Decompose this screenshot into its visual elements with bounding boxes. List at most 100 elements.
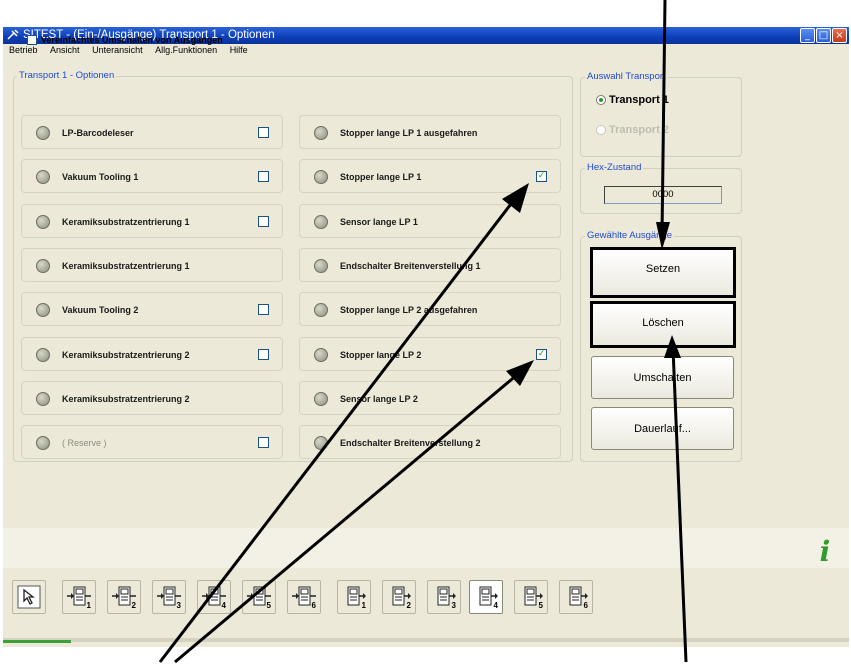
status-led-icon <box>36 258 50 273</box>
output-checkbox-checked[interactable]: ✓ <box>536 171 547 183</box>
umschalten-button[interactable]: Umschalten <box>591 356 734 399</box>
radio-transport-2[interactable] <box>596 125 606 135</box>
input-module-tool-4[interactable]: 4 <box>197 580 231 614</box>
output-label: Keramiksubstratzentrierung 2 <box>62 349 190 360</box>
hex-state-field: 0000 <box>604 186 722 204</box>
output-module-tool-2[interactable]: 2 <box>382 580 416 614</box>
options-group-title: Transport 1 - Optionen <box>17 70 117 81</box>
tool-number: 4 <box>221 601 226 610</box>
output-checkbox[interactable] <box>258 437 269 449</box>
output-row-endschalter-breitenverstellung-1[interactable]: Endschalter Breitenverstellung 1 <box>299 247 561 282</box>
info-strip <box>3 528 849 568</box>
output-row-stopper-lange-lp-2-ausgefahren[interactable]: Stopper lange LP 2 ausgefahren <box>299 292 561 327</box>
input-module-tool-2[interactable]: 2 <box>107 580 141 614</box>
dauerlauf-button[interactable]: Dauerlauf... <box>591 407 734 450</box>
menu-ansicht[interactable]: Ansicht <box>50 45 80 55</box>
output-checkbox[interactable] <box>258 348 269 360</box>
input-module-tool-6[interactable]: 6 <box>287 580 321 614</box>
loeschen-button[interactable]: Löschen <box>590 301 736 348</box>
output-module-tool-3[interactable]: 3 <box>427 580 461 614</box>
status-led-icon <box>36 170 50 185</box>
output-row-keramiksubstratzentrierung-1[interactable]: Keramiksubstratzentrierung 1 <box>21 247 283 282</box>
output-row-stopper-lange-lp-2[interactable]: Stopper lange LP 2 ✓ <box>299 336 561 371</box>
input-module-tool-3[interactable]: 3 <box>152 580 186 614</box>
status-led-icon <box>314 436 328 451</box>
output-row-keramiksubstratzentrierung-2[interactable]: Keramiksubstratzentrierung 2 <box>21 380 283 415</box>
output-label: Stopper lange LP 1 <box>340 172 422 183</box>
output-row-lp-barcodeleser[interactable]: LP-Barcodeleser <box>21 115 283 149</box>
minimize-button[interactable]: _ <box>800 28 815 43</box>
output-label: Keramiksubstratzentrierung 1 <box>62 216 190 227</box>
output-row-sensor-lange-lp-2[interactable]: Sensor lange LP 2 <box>299 380 561 415</box>
output-row-sensor-lange-lp-1[interactable]: Sensor lange LP 1 <box>299 203 561 238</box>
outputs-group-title: Gewählte Ausgänge <box>585 230 675 241</box>
output-row-keramiksubstratzentrierung-1[interactable]: Keramiksubstratzentrierung 1 <box>21 203 283 238</box>
menu-betrieb[interactable]: Betrieb <box>9 45 38 55</box>
output-checkbox[interactable] <box>258 171 269 183</box>
output-row-vakuum-tooling-2[interactable]: Vakuum Tooling 2 <box>21 292 283 327</box>
hex-group-title: Hex-Zustand <box>585 162 644 173</box>
pointer-tool[interactable] <box>12 580 46 614</box>
transport-1-label: Transport 1 <box>609 94 669 106</box>
output-row-stopper-lange-lp-1[interactable]: Stopper lange LP 1 ✓ <box>299 159 561 194</box>
output-label: Sensor lange LP 2 <box>340 393 418 404</box>
tool-number: 6 <box>311 601 316 610</box>
tool-number: 5 <box>538 601 543 610</box>
tool-number: 4 <box>493 601 498 610</box>
transport-group-title: Auswahl Transport <box>585 71 668 82</box>
output-module-tool-6[interactable]: 6 <box>559 580 593 614</box>
status-led-icon <box>36 214 50 229</box>
output-label: Vakuum Tooling 2 <box>62 305 139 316</box>
output-label: Endschalter Breitenverstellung 2 <box>340 438 481 449</box>
status-led-icon <box>36 303 50 318</box>
output-label: LP-Barcodeleser <box>62 128 134 138</box>
output-row-vakuum-tooling-1[interactable]: Vakuum Tooling 1 <box>21 159 283 194</box>
simplified-switch-label: Vereinfachtes Umschalten von Ausgängen <box>41 35 223 45</box>
close-button[interactable]: × <box>832 28 847 43</box>
simplified-switch-checkbox[interactable] <box>27 35 37 45</box>
tool-number: 6 <box>583 601 588 610</box>
status-led-icon <box>314 126 328 140</box>
tool-number: 3 <box>176 601 181 610</box>
status-led-icon <box>314 391 328 406</box>
tool-number: 1 <box>361 601 366 610</box>
output-module-tool-4[interactable]: 4 <box>469 580 503 614</box>
tool-number: 2 <box>406 601 411 610</box>
tool-number: 5 <box>266 601 271 610</box>
output-label: Vakuum Tooling 1 <box>62 172 139 183</box>
status-led-icon <box>36 126 50 140</box>
radio-transport-1[interactable] <box>596 95 606 105</box>
status-led-icon <box>36 391 50 406</box>
setzen-button[interactable]: Setzen <box>590 247 736 298</box>
output-row-keramiksubstratzentrierung-2[interactable]: Keramiksubstratzentrierung 2 <box>21 336 283 371</box>
output-label: ( Reserve ) <box>62 438 107 449</box>
output-row-endschalter-breitenverstellung-2[interactable]: Endschalter Breitenverstellung 2 <box>299 425 561 460</box>
output-module-tool-1[interactable]: 1 <box>337 580 371 614</box>
transport-group <box>580 77 742 157</box>
output-checkbox[interactable] <box>258 304 269 316</box>
output-row-reserve[interactable]: ( Reserve ) <box>21 425 283 460</box>
menu-hilfe[interactable]: Hilfe <box>230 45 248 55</box>
output-checkbox-checked[interactable]: ✓ <box>536 348 547 360</box>
transport-2-label: Transport 2 <box>609 124 669 136</box>
status-led-icon <box>314 214 328 229</box>
output-row-stopper-lange-lp-1-ausgefahren[interactable]: Stopper lange LP 1 ausgefahren <box>299 115 561 149</box>
maximize-button[interactable]: □ <box>816 28 831 43</box>
input-module-tool-5[interactable]: 5 <box>242 580 276 614</box>
output-checkbox[interactable] <box>258 127 269 138</box>
tool-number: 1 <box>86 601 91 610</box>
output-checkbox[interactable] <box>258 215 269 227</box>
menu-allg-funktionen[interactable]: Allg.Funktionen <box>155 45 217 55</box>
status-led-icon <box>36 347 50 362</box>
output-label: Sensor lange LP 1 <box>340 216 418 227</box>
output-module-tool-5[interactable]: 5 <box>514 580 548 614</box>
input-module-tool-1[interactable]: 1 <box>62 580 96 614</box>
app-icon <box>7 29 19 40</box>
menu-unteransicht[interactable]: Unteransicht <box>92 45 143 55</box>
status-led-icon <box>314 347 328 362</box>
status-led-icon <box>36 436 50 451</box>
status-led-icon <box>314 303 328 318</box>
output-label: Keramiksubstratzentrierung 1 <box>62 260 190 271</box>
pointer-icon <box>17 585 41 609</box>
info-icon[interactable]: i <box>812 537 838 567</box>
